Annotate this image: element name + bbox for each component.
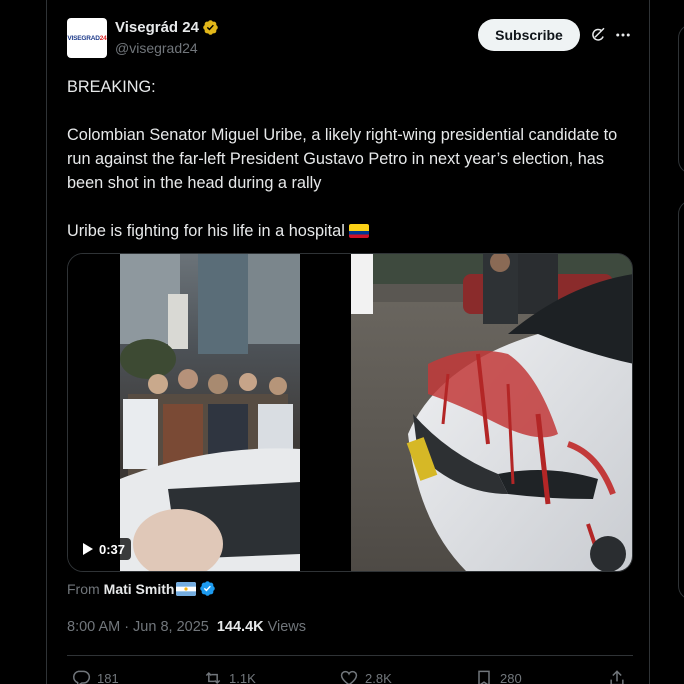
repost-button[interactable]: 1.1K [203,668,256,684]
verified-gold-icon [203,20,218,35]
author-handle[interactable]: @visegrad24 [115,40,198,56]
more-icon[interactable] [613,26,633,44]
author-name-row: Visegrád 24 [115,19,219,36]
views-label: Views [267,619,307,635]
tweet-meta: 8:00 AM · Jun 8, 2025 144.4K Views [67,619,306,635]
from-label: From [67,580,100,597]
tweet-line-hospital: Uribe is fighting for his life in a hosp… [67,219,627,243]
tweet-text: BREAKING: Colombian Senator Miguel Uribe… [67,75,627,243]
reply-count: 181 [97,670,119,684]
tweet-time[interactable]: 8:00 AM [67,619,120,635]
avatar-logo: VISEGRAD24 [67,34,107,42]
share-button[interactable] [607,668,633,684]
author-display-name[interactable]: Visegrád 24 [115,19,199,36]
grok-icon[interactable] [589,26,607,44]
views-count: 144.4K [216,619,264,635]
video-player[interactable]: 0:37 [67,253,633,572]
from-name[interactable]: Mati Smith [104,581,175,597]
sidebar-card-bottom [678,200,684,600]
bookmark-count: 280 [500,670,522,684]
video-attribution: From Mati Smith [67,580,216,597]
video-duration-badge[interactable]: 0:37 [77,538,132,560]
share-icon [610,670,624,684]
verified-blue-icon [200,581,216,596]
tweet-line-breaking: BREAKING: [67,78,156,96]
like-button[interactable]: 2.8K [339,668,392,684]
subscribe-button[interactable]: Subscribe [478,19,580,51]
bookmark-button[interactable]: 280 [474,668,522,684]
argentina-flag-icon [176,581,197,596]
like-icon [340,670,358,684]
reply-button[interactable]: 181 [71,668,119,684]
meta-separator: · [124,619,130,635]
tweet-date[interactable]: Jun 8, 2025 [133,619,209,635]
sidebar-card-top [678,24,684,174]
divider [67,655,633,656]
reply-icon [73,670,91,684]
timeline-right-border [649,0,650,684]
colombia-flag-icon [348,224,369,238]
repost-icon [205,671,221,684]
tweet-line-main: Colombian Senator Miguel Uribe, a likely… [67,126,618,192]
like-count: 2.8K [365,670,392,684]
video-frame [68,254,632,571]
avatar[interactable]: VISEGRAD24 [67,18,107,58]
tweet: VISEGRAD24 Visegrád 24 @visegrad24 Subsc… [47,0,649,684]
repost-count: 1.1K [229,670,256,684]
play-icon [83,543,93,555]
video-duration: 0:37 [99,541,126,557]
bookmark-icon [478,670,490,684]
